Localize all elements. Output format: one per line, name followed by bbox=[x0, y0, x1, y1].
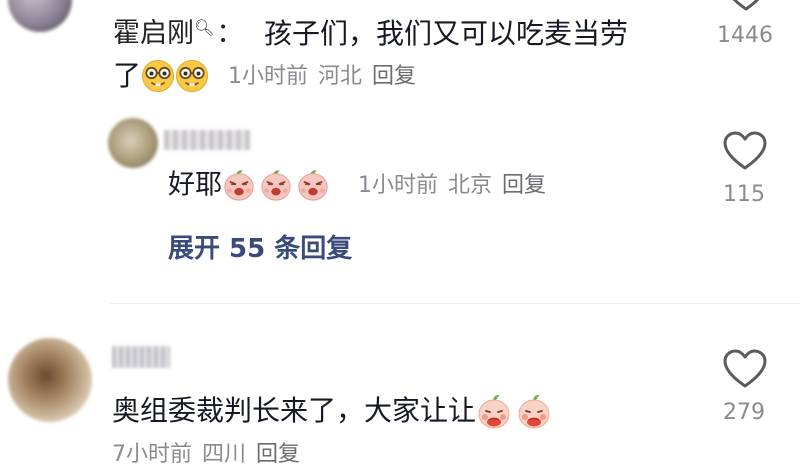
verified-badge-icon: 🔍︎ bbox=[194, 18, 215, 37]
comment-time: 1小时前 bbox=[228, 64, 308, 89]
comment-text: 孩子们，我们又可以吃麦当劳 bbox=[264, 17, 629, 50]
comment-meta: 1小时前 河北 回复 bbox=[228, 66, 426, 88]
like-count: 279 bbox=[723, 400, 765, 425]
reply-author-name[interactable] bbox=[164, 130, 250, 150]
like-count: 115 bbox=[723, 182, 765, 207]
comment-author-name[interactable] bbox=[112, 346, 170, 368]
comment-author[interactable]: 霍启刚🔍︎： bbox=[113, 18, 244, 49]
nerd-glasses-emoji bbox=[175, 59, 209, 93]
comment-time: 7小时前 bbox=[112, 442, 192, 467]
avatar[interactable] bbox=[108, 118, 158, 168]
author-separator: ： bbox=[216, 18, 244, 49]
reply-button[interactable]: 回复 bbox=[256, 442, 300, 467]
angry-pig-emoji bbox=[259, 168, 293, 202]
comment-location: 四川 bbox=[202, 442, 247, 467]
nerd-glasses-emoji bbox=[141, 59, 175, 93]
reply-location: 北京 bbox=[448, 173, 493, 198]
shy-peach-emoji bbox=[476, 393, 512, 429]
reply-button[interactable]: 回复 bbox=[502, 173, 546, 198]
reply-text-row: 好耶 bbox=[168, 168, 330, 202]
author-name[interactable]: 霍启刚 bbox=[113, 18, 194, 49]
heart-outline-icon[interactable] bbox=[724, 0, 768, 12]
reply-button[interactable]: 回复 bbox=[372, 64, 416, 89]
like-count: 1446 bbox=[717, 23, 773, 48]
heart-outline-icon[interactable] bbox=[723, 131, 767, 171]
heart-outline-icon[interactable] bbox=[723, 349, 767, 389]
comment-text-line2: 了 bbox=[113, 59, 209, 93]
reply-meta: 1小时前 北京 回复 bbox=[358, 175, 556, 197]
comment-meta: 7小时前 四川 回复 bbox=[112, 444, 310, 466]
comment-divider bbox=[110, 303, 800, 304]
angry-pig-emoji bbox=[222, 168, 256, 202]
reply-time: 1小时前 bbox=[358, 173, 438, 198]
angry-pig-emoji bbox=[296, 168, 330, 202]
comment-text-cont: 了 bbox=[113, 59, 142, 92]
expand-replies-button[interactable]: 展开 55 条回复 bbox=[168, 236, 352, 262]
shy-peach-emoji bbox=[516, 393, 552, 429]
comment-location: 河北 bbox=[318, 64, 363, 89]
reply-text: 好耶 bbox=[168, 169, 222, 201]
comment-text-row: 奥组委裁判长来了，大家让让 bbox=[112, 393, 552, 429]
avatar[interactable] bbox=[8, 338, 92, 422]
avatar[interactable] bbox=[8, 0, 72, 32]
comment-text: 奥组委裁判长来了，大家让让 bbox=[112, 394, 477, 427]
